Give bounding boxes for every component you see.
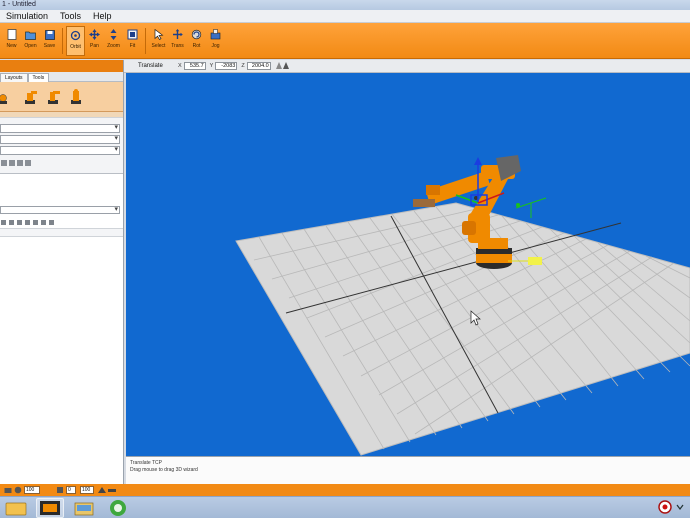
y-field[interactable]: -2083 xyxy=(215,62,238,70)
rotate-button[interactable]: Rot xyxy=(187,26,206,56)
tray-chevron-icon[interactable] xyxy=(676,502,684,514)
fit-icon xyxy=(127,29,138,40)
menu-help[interactable]: Help xyxy=(87,11,118,21)
message-title: Translate TCP xyxy=(130,460,162,466)
translate-button[interactable]: Trans xyxy=(168,26,187,56)
3d-viewport[interactable] xyxy=(126,73,690,456)
z-field[interactable]: 2004.0 xyxy=(246,62,271,70)
new-button[interactable]: New xyxy=(2,26,21,56)
z-label: Z xyxy=(241,63,245,69)
snap-icon[interactable] xyxy=(275,61,289,72)
taskbar-explorer[interactable] xyxy=(70,498,98,518)
browser-icon xyxy=(110,499,126,516)
small-tool-icon[interactable] xyxy=(9,160,15,166)
program-toolbar xyxy=(0,218,123,226)
tab-layouts[interactable]: Layouts xyxy=(0,73,28,82)
robot-select-combo[interactable] xyxy=(0,123,120,133)
robot-tools-strip xyxy=(0,82,123,112)
save-icon xyxy=(44,29,55,40)
speed-icon[interactable] xyxy=(14,486,22,494)
robot-kuka-icon[interactable] xyxy=(68,88,84,106)
message-panel: Translate TCP Drag mouse to drag 3D wiza… xyxy=(126,456,690,484)
message-hint: Drag mouse to drag 3D wizard xyxy=(130,467,198,473)
viewport-toolbar: Translate X 535.7 Y -2083 Z 2004.0 xyxy=(124,60,690,73)
step-icon[interactable] xyxy=(56,486,64,494)
save-button[interactable]: Save xyxy=(40,26,59,56)
tray-recorder-icon[interactable] xyxy=(658,499,672,516)
tool-select-combo[interactable] xyxy=(0,134,120,144)
translate-icon xyxy=(172,29,183,40)
tool-icon[interactable] xyxy=(41,219,46,225)
left-panel: Layouts Tools xyxy=(0,60,124,484)
menu-simulation[interactable]: Simulation xyxy=(0,11,54,21)
orbit-icon xyxy=(70,30,81,41)
simulator-app-icon xyxy=(40,500,60,515)
robot-arm-icon[interactable] xyxy=(45,88,61,106)
pan-icon xyxy=(89,29,100,40)
open-folder-icon xyxy=(25,29,36,40)
zoom-icon xyxy=(108,29,119,40)
taskbar-start[interactable] xyxy=(2,498,30,518)
toolbar-separator xyxy=(62,28,63,54)
toolbar-separator xyxy=(145,28,146,54)
select-arrow-icon xyxy=(153,29,164,40)
os-taskbar xyxy=(0,496,690,518)
x-label: X xyxy=(178,63,182,69)
program-list-header xyxy=(0,228,123,237)
frame-select-combo[interactable] xyxy=(0,145,120,155)
window-title: 1 - Untitled xyxy=(0,0,690,10)
status-bar: 100 0 100 xyxy=(0,484,690,496)
tool-icon[interactable] xyxy=(17,219,22,225)
pan-button[interactable]: Pan xyxy=(85,26,104,56)
robot-base-icon[interactable] xyxy=(22,88,38,106)
left-panel-header xyxy=(0,60,123,72)
orbit-button[interactable]: Orbit xyxy=(66,26,85,56)
x-field[interactable]: 535.7 xyxy=(183,62,206,70)
left-panel-tabs: Layouts Tools xyxy=(0,72,123,82)
grid-icon[interactable] xyxy=(98,486,106,494)
fit-button[interactable]: Fit xyxy=(123,26,142,56)
jog-icon xyxy=(210,29,221,40)
small-tool-icon[interactable] xyxy=(1,160,7,166)
program-list-panel xyxy=(0,173,123,484)
application-window: 1 - Untitled Simulation Tools Help New O… xyxy=(0,0,690,518)
folder-icon xyxy=(5,502,27,515)
main-toolbar: New Open Save Orbit Pan Zoom Fit Select … xyxy=(0,23,690,59)
speed-field[interactable]: 100 xyxy=(24,486,40,494)
tool-icon[interactable] xyxy=(25,219,30,225)
taskbar-browser[interactable] xyxy=(104,498,132,518)
tool-labels-strip xyxy=(0,112,123,118)
rotate-icon xyxy=(191,29,202,40)
robot-tool-icon[interactable] xyxy=(0,88,10,106)
panel-icon-row xyxy=(0,158,123,168)
select-button[interactable]: Select xyxy=(149,26,168,56)
tool-icon[interactable] xyxy=(1,219,6,225)
tool-icon[interactable] xyxy=(49,219,54,225)
scene-drawing xyxy=(235,155,690,456)
taskbar-app-simulator[interactable] xyxy=(36,497,64,518)
tool-icon[interactable] xyxy=(9,219,14,225)
open-button[interactable]: Open xyxy=(21,26,40,56)
small-tool-icon[interactable] xyxy=(25,160,31,166)
small-tool-icon[interactable] xyxy=(17,160,23,166)
explorer-icon xyxy=(74,502,94,515)
program-select-combo[interactable] xyxy=(0,205,120,214)
step-field[interactable]: 0 xyxy=(66,486,76,494)
mode-label: Translate xyxy=(138,63,163,69)
tool-icon[interactable] xyxy=(33,219,38,225)
menu-bar: Simulation Tools Help xyxy=(0,10,690,23)
camera-icon[interactable] xyxy=(4,486,12,494)
jog-button[interactable]: Jog xyxy=(206,26,225,56)
menu-tools[interactable]: Tools xyxy=(54,11,87,21)
floor-plane xyxy=(235,202,690,456)
zoom-field[interactable]: 100 xyxy=(80,486,94,494)
zoom-button[interactable]: Zoom xyxy=(104,26,123,56)
y-label: Y xyxy=(209,63,214,69)
ruler-icon[interactable] xyxy=(108,486,116,494)
tab-tools[interactable]: Tools xyxy=(27,73,50,82)
new-file-icon xyxy=(6,29,17,40)
